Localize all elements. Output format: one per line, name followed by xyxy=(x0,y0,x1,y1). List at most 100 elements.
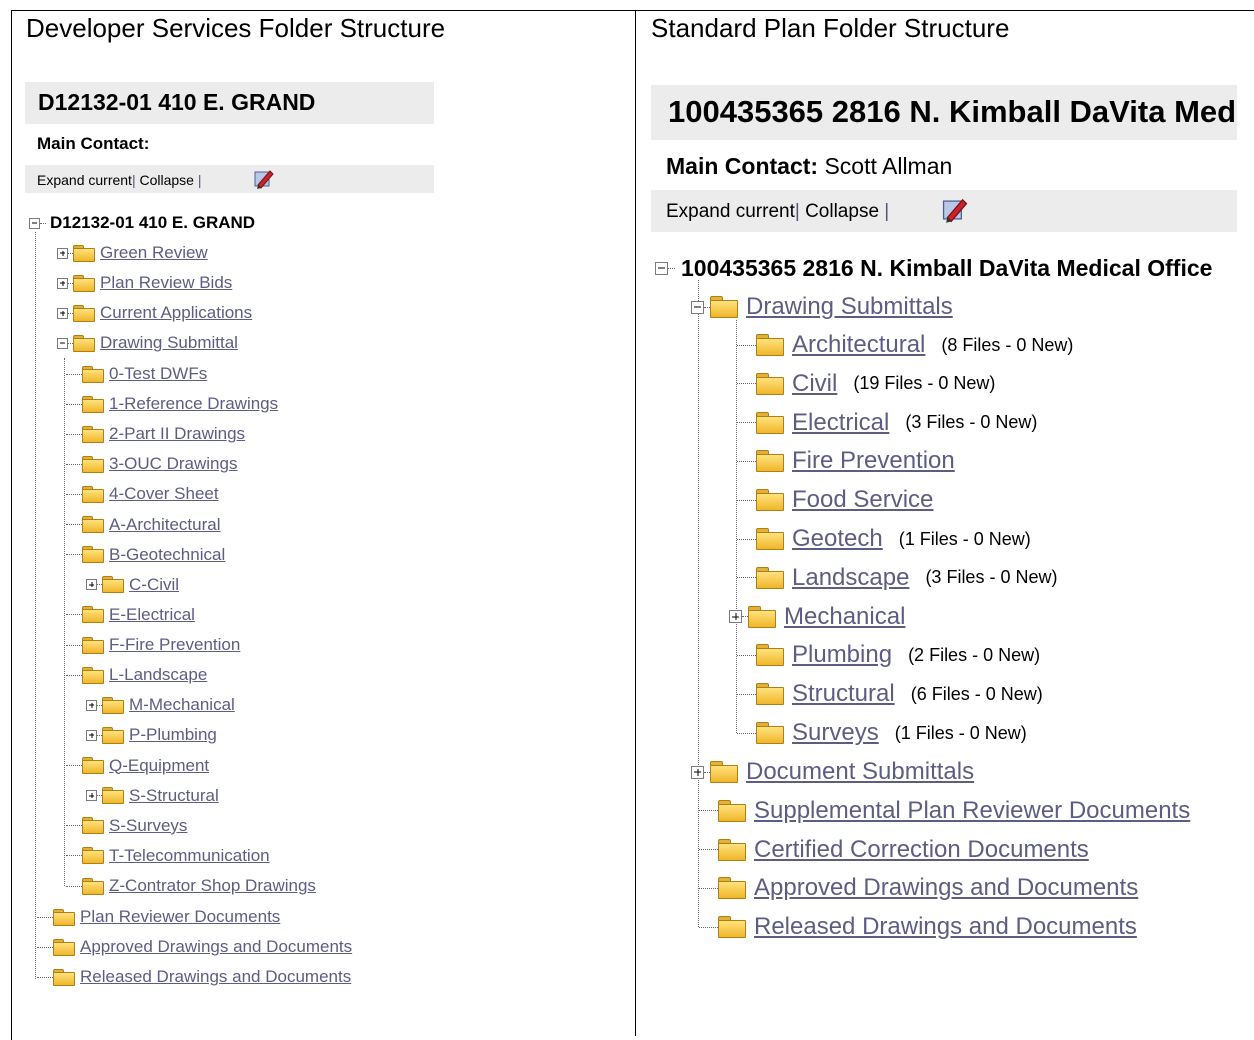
folder-item-current-applications[interactable]: Current Applications xyxy=(57,301,252,325)
expand-plus-icon[interactable] xyxy=(86,729,97,741)
expand-current-link[interactable]: Expand current xyxy=(666,201,795,222)
folder-link[interactable]: Architectural xyxy=(792,331,925,359)
collapse-link[interactable]: Collapse xyxy=(139,172,193,188)
folder-item-architectural[interactable]: Architectural (8 Files - 0 New) xyxy=(737,330,1073,360)
folder-link[interactable]: Drawing Submittals xyxy=(746,293,953,321)
folder-link[interactable]: 1-Reference Drawings xyxy=(109,394,278,414)
expand-plus-icon[interactable] xyxy=(86,790,97,802)
folder-link[interactable]: B-Geotechnical xyxy=(109,545,225,565)
folder-link[interactable]: A-Architectural xyxy=(109,515,220,535)
expand-plus-icon[interactable] xyxy=(86,699,97,711)
folder-link[interactable]: Approved Drawings and Documents xyxy=(80,937,352,957)
folder-item-m-mechanical[interactable]: M-Mechanical xyxy=(86,693,235,717)
folder-item-z-contrator-shop-drawings[interactable]: Z-Contrator Shop Drawings xyxy=(66,874,316,898)
tree-root[interactable]: 100435365 2816 N. Kimball DaVita Medical… xyxy=(655,253,1212,283)
folder-link[interactable]: M-Mechanical xyxy=(129,695,235,715)
folder-link[interactable]: Green Review xyxy=(100,243,208,263)
folder-link[interactable]: Certified Correction Documents xyxy=(754,836,1089,864)
folder-item-document-submittals[interactable]: Document Submittals xyxy=(691,757,974,787)
folder-link[interactable]: Current Applications xyxy=(100,303,252,323)
folder-item-green-review[interactable]: Green Review xyxy=(57,241,208,265)
folder-item-t-telecommunication[interactable]: T-Telecommunication xyxy=(66,844,270,868)
folder-item-fire-prevention[interactable]: Fire Prevention xyxy=(737,446,955,476)
folder-link[interactable]: T-Telecommunication xyxy=(109,846,270,866)
folder-link[interactable]: Mechanical xyxy=(784,603,905,631)
folder-link[interactable]: Plumbing xyxy=(792,641,892,669)
folder-link[interactable]: S-Surveys xyxy=(109,816,187,836)
folder-link[interactable]: Landscape xyxy=(792,564,909,592)
folder-item-1-reference-drawings[interactable]: 1-Reference Drawings xyxy=(66,392,278,416)
folder-link[interactable]: Civil xyxy=(792,370,837,398)
folder-link[interactable]: Geotech xyxy=(792,525,883,553)
folder-item-civil[interactable]: Civil (19 Files - 0 New) xyxy=(737,369,995,399)
expand-plus-icon[interactable] xyxy=(57,277,68,289)
folder-item-a-architectural[interactable]: A-Architectural xyxy=(66,513,220,537)
folder-link[interactable]: S-Structural xyxy=(129,786,219,806)
folder-item-4-cover-sheet[interactable]: 4-Cover Sheet xyxy=(66,482,219,506)
folder-link[interactable]: Fire Prevention xyxy=(792,447,955,475)
folder-item-approved-drawings-and-documents[interactable]: Approved Drawings and Documents xyxy=(37,935,352,959)
folder-item-mechanical[interactable]: Mechanical xyxy=(729,602,905,632)
folder-item-plan-review-bids[interactable]: Plan Review Bids xyxy=(57,271,232,295)
folder-item-l-landscape[interactable]: L-Landscape xyxy=(66,663,207,687)
folder-item-c-civil[interactable]: C-Civil xyxy=(86,573,179,597)
folder-link[interactable]: Released Drawings and Documents xyxy=(80,967,351,987)
folder-link[interactable]: Q-Equipment xyxy=(109,756,209,776)
folder-item-s-surveys[interactable]: S-Surveys xyxy=(66,814,187,838)
folder-item-drawing-submittal[interactable]: Drawing Submittal xyxy=(57,331,238,355)
folder-link[interactable]: Electrical xyxy=(792,409,889,437)
folder-item-drawing-submittals[interactable]: Drawing Submittals xyxy=(691,292,953,322)
folder-item-released-drawings-and-documents[interactable]: Released Drawings and Documents xyxy=(37,965,351,989)
folder-link[interactable]: Plan Reviewer Documents xyxy=(80,907,280,927)
folder-link[interactable]: P-Plumbing xyxy=(129,725,217,745)
folder-item-e-electrical[interactable]: E-Electrical xyxy=(66,603,195,627)
folder-item-q-equipment[interactable]: Q-Equipment xyxy=(66,754,209,778)
folder-item-2-part-ii-drawings[interactable]: 2-Part II Drawings xyxy=(66,422,245,446)
folder-item-food-service[interactable]: Food Service xyxy=(737,485,933,515)
collapse-minus-icon[interactable] xyxy=(29,217,40,229)
expand-plus-icon[interactable] xyxy=(729,610,742,624)
folder-item-approved-drawings-and-documents[interactable]: Approved Drawings and Documents xyxy=(699,873,1138,903)
collapse-minus-icon[interactable] xyxy=(655,261,668,275)
expand-current-link[interactable]: Expand current xyxy=(37,172,132,188)
edit-pen-icon[interactable] xyxy=(941,197,969,223)
folder-item-3-ouc-drawings[interactable]: 3-OUC Drawings xyxy=(66,452,237,476)
folder-item-geotech[interactable]: Geotech (1 Files - 0 New) xyxy=(737,524,1031,554)
collapse-minus-icon[interactable] xyxy=(691,300,704,314)
folder-link[interactable]: F-Fire Prevention xyxy=(109,635,240,655)
folder-link[interactable]: L-Landscape xyxy=(109,665,207,685)
folder-link[interactable]: C-Civil xyxy=(129,575,179,595)
folder-item-surveys[interactable]: Surveys (1 Files - 0 New) xyxy=(737,718,1027,748)
folder-item-s-structural[interactable]: S-Structural xyxy=(86,784,219,808)
folder-link[interactable]: Plan Review Bids xyxy=(100,273,232,293)
collapse-minus-icon[interactable] xyxy=(57,337,68,349)
folder-link[interactable]: Released Drawings and Documents xyxy=(754,913,1137,941)
expand-plus-icon[interactable] xyxy=(691,765,704,779)
folder-link[interactable]: Z-Contrator Shop Drawings xyxy=(109,876,316,896)
expand-plus-icon[interactable] xyxy=(57,247,68,259)
folder-link[interactable]: Supplemental Plan Reviewer Documents xyxy=(754,797,1190,825)
folder-link[interactable]: Food Service xyxy=(792,486,933,514)
folder-item-supplemental-plan-reviewer-documents[interactable]: Supplemental Plan Reviewer Documents xyxy=(699,796,1190,826)
folder-link[interactable]: 3-OUC Drawings xyxy=(109,454,237,474)
folder-item-plumbing[interactable]: Plumbing (2 Files - 0 New) xyxy=(737,640,1040,670)
folder-item-f-fire-prevention[interactable]: F-Fire Prevention xyxy=(66,633,240,657)
expand-plus-icon[interactable] xyxy=(86,579,97,591)
edit-pen-icon[interactable] xyxy=(253,169,275,189)
folder-item-electrical[interactable]: Electrical (3 Files - 0 New) xyxy=(737,408,1037,438)
folder-item-p-plumbing[interactable]: P-Plumbing xyxy=(86,723,217,747)
folder-link[interactable]: 4-Cover Sheet xyxy=(109,484,219,504)
folder-item-landscape[interactable]: Landscape (3 Files - 0 New) xyxy=(737,563,1057,593)
folder-link[interactable]: Document Submittals xyxy=(746,758,974,786)
collapse-link[interactable]: Collapse xyxy=(805,201,879,222)
folder-link[interactable]: 2-Part II Drawings xyxy=(109,424,245,444)
expand-plus-icon[interactable] xyxy=(57,307,68,319)
folder-link[interactable]: Surveys xyxy=(792,719,879,747)
folder-item-released-drawings-and-documents[interactable]: Released Drawings and Documents xyxy=(699,912,1137,942)
folder-item-certified-correction-documents[interactable]: Certified Correction Documents xyxy=(699,835,1089,865)
tree-root[interactable]: D12132-01 410 E. GRAND xyxy=(29,211,255,235)
folder-link[interactable]: E-Electrical xyxy=(109,605,195,625)
folder-link[interactable]: 0-Test DWFs xyxy=(109,364,207,384)
folder-link[interactable]: Drawing Submittal xyxy=(100,333,238,353)
folder-item-structural[interactable]: Structural (6 Files - 0 New) xyxy=(737,679,1043,709)
